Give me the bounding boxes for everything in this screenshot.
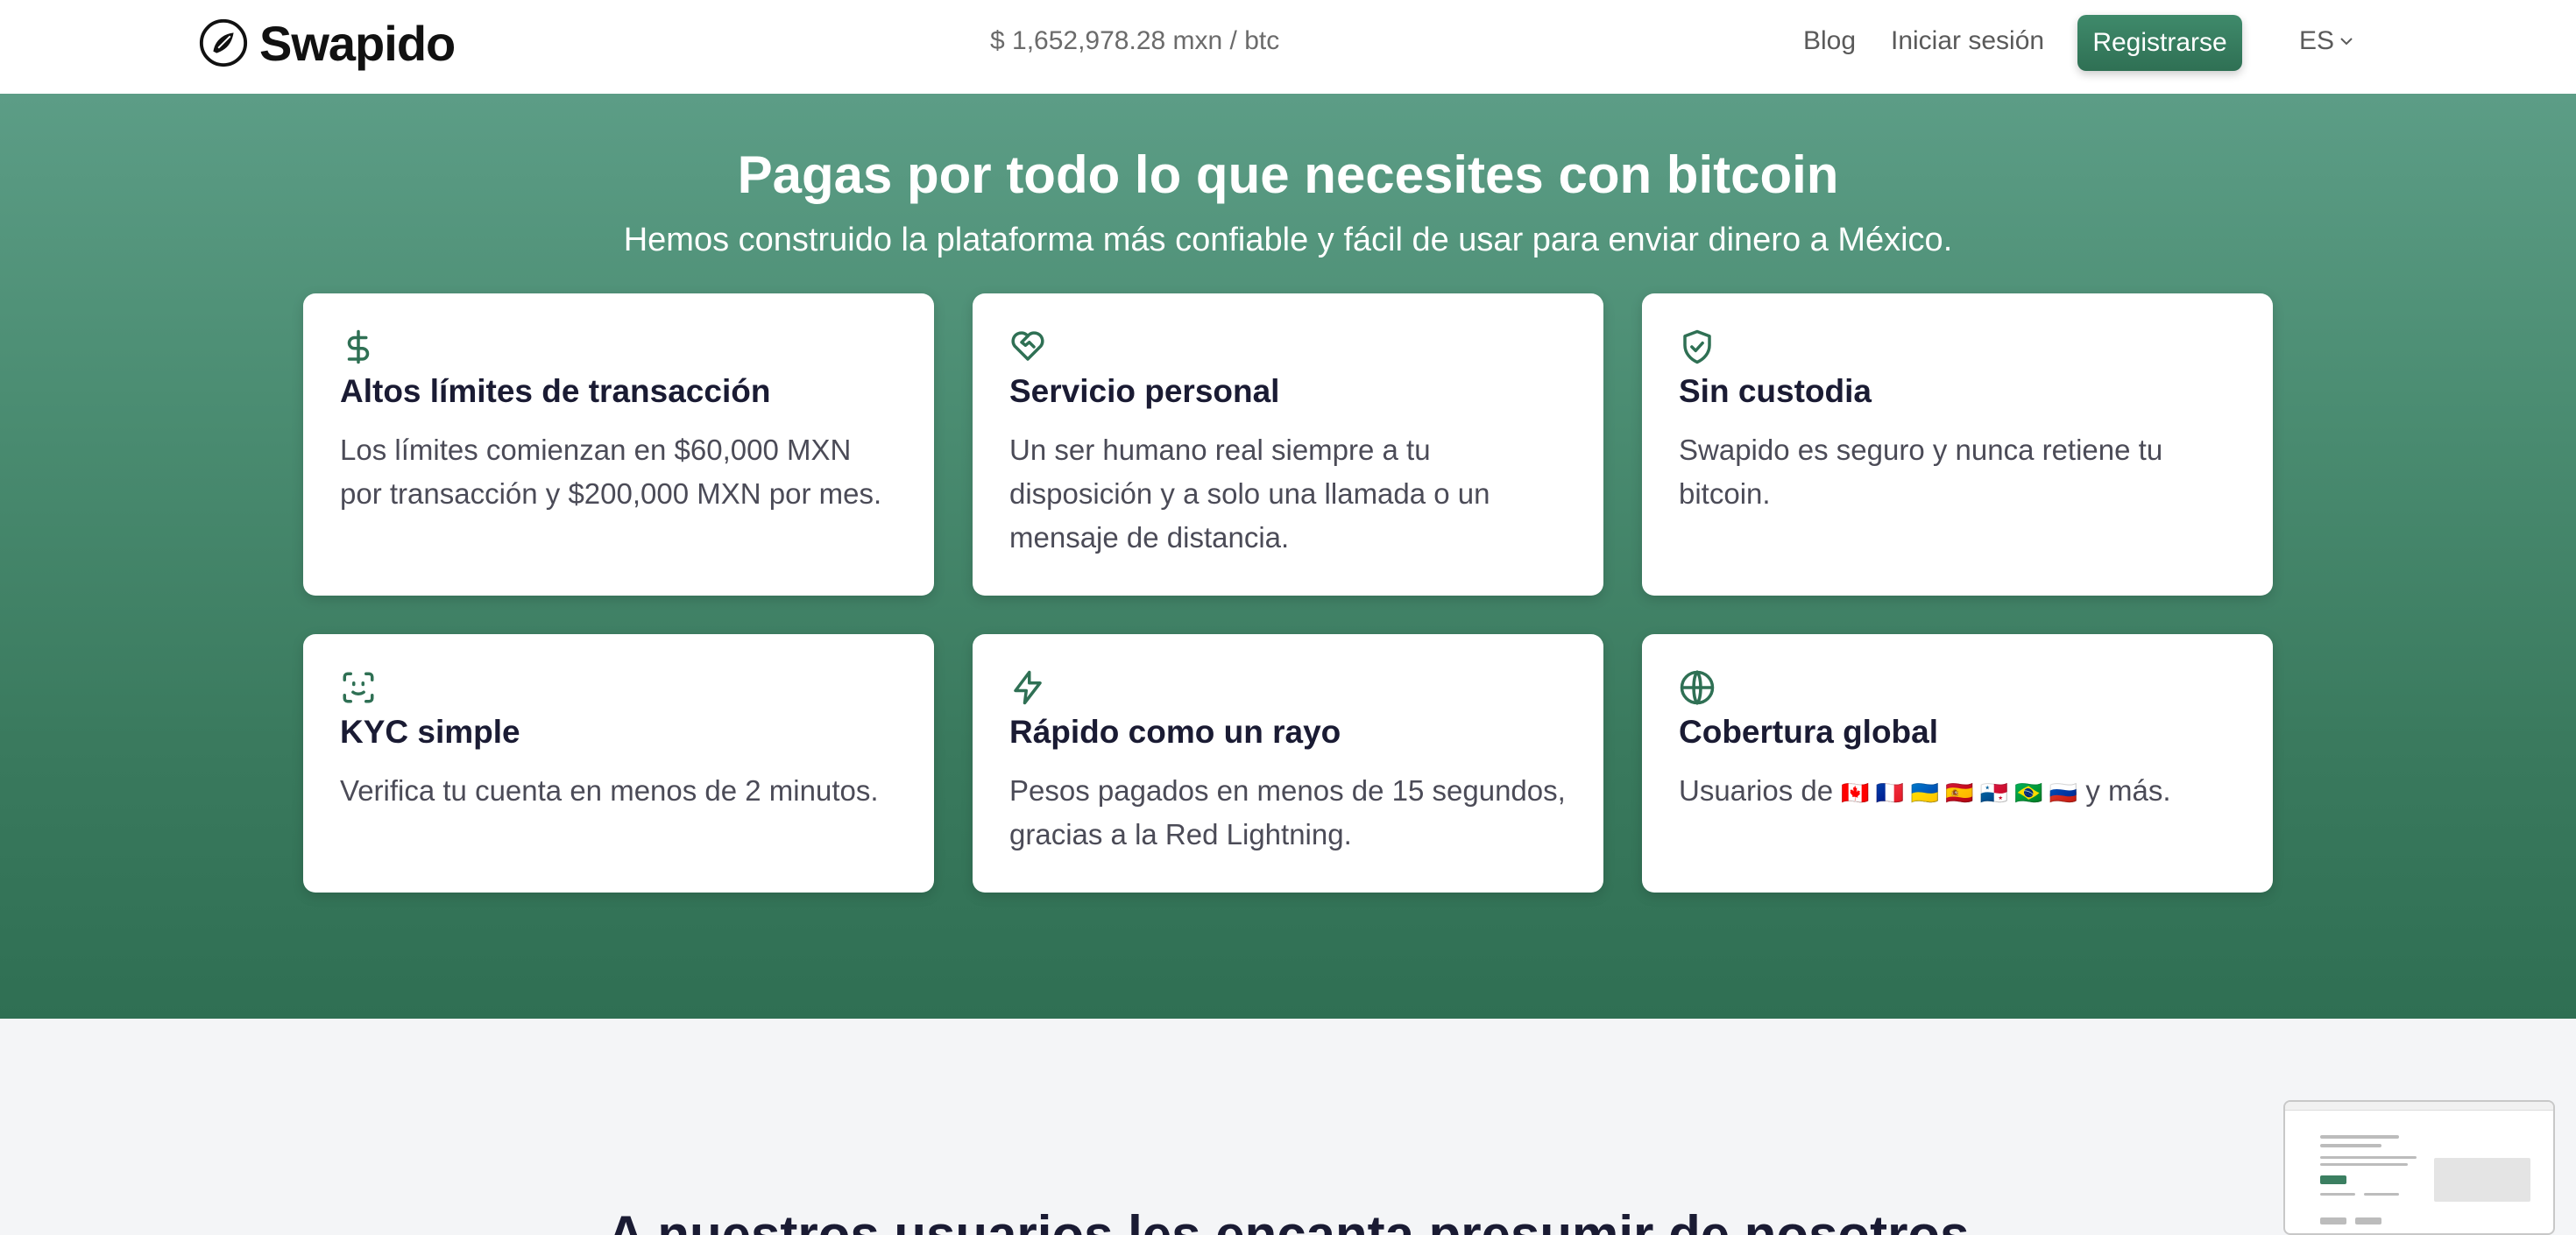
testimonials-title: A nuestros usuarios les encanta presumir… xyxy=(606,1205,1970,1235)
dollar-icon xyxy=(347,329,370,364)
feature-card-lightning: Rápido como un rayo Pesos pagados en men… xyxy=(973,634,1603,893)
feature-title: Sin custodia xyxy=(1679,373,1872,409)
globe-icon xyxy=(1680,670,1715,705)
thumbnail-button xyxy=(2320,1175,2346,1184)
btc-price: $ 1,652,978.28 mxn / btc xyxy=(990,26,1280,55)
thumbnail-line xyxy=(2320,1156,2417,1159)
lightning-icon xyxy=(1014,670,1042,705)
feature-title: Cobertura global xyxy=(1679,714,1939,750)
feature-text: Swapido es seguro y nunca retiene tu bit… xyxy=(1679,434,2163,511)
hero-title: Pagas por todo lo que necesites con bitc… xyxy=(737,145,1839,204)
chevron-down-icon xyxy=(2340,38,2353,46)
feature-text: Los límites comienzan en $60,000 MXN por… xyxy=(340,434,882,511)
shield-check-icon xyxy=(1683,329,1711,364)
thumbnail-header xyxy=(2285,1102,2553,1111)
thumbnail-line xyxy=(2320,1163,2408,1166)
hero-subtitle: Hemos construido la plataforma más confi… xyxy=(623,222,1953,258)
feature-title: Servicio personal xyxy=(1009,373,1280,409)
users-from-label: Usuarios de xyxy=(1679,774,1834,808)
feature-card-kyc: KYC simple Verifica tu cuenta en menos d… xyxy=(303,634,934,893)
and-more-label: y más. xyxy=(2085,774,2171,808)
feature-title: KYC simple xyxy=(340,714,520,750)
nav-link-login[interactable]: Iniciar sesión xyxy=(1891,26,2044,56)
feature-card-global: Cobertura global Usuarios de 🇨🇦 🇫🇷 🇺🇦 🇪🇸… xyxy=(1642,634,2273,893)
nav-link-blog[interactable]: Blog xyxy=(1803,26,1856,56)
thumbnail-line xyxy=(2320,1144,2381,1147)
thumbnail-line xyxy=(2364,1193,2399,1196)
register-button[interactable]: Registrarse xyxy=(2077,15,2242,71)
thumbnail-line xyxy=(2320,1135,2399,1139)
thumbnail-line xyxy=(2320,1193,2355,1196)
heart-handshake-icon xyxy=(1011,331,1044,361)
feature-text: Un ser humano real siempre a tu disposic… xyxy=(1009,434,1490,554)
screenshot-thumbnail[interactable] xyxy=(2283,1100,2555,1235)
feature-card-service: Servicio personal Un ser humano real sie… xyxy=(973,293,1603,596)
language-selector[interactable]: ES xyxy=(2299,26,2355,56)
thumbnail-line xyxy=(2434,1158,2530,1202)
feature-text: Verifica tu cuenta en menos de 2 minutos… xyxy=(340,774,879,808)
feature-text: Pesos pagados en menos de 15 segundos, g… xyxy=(1009,774,1566,851)
country-flags: 🇨🇦 🇫🇷 🇺🇦 🇪🇸 🇵🇦 🇧🇷 🇷🇺 xyxy=(1841,780,2078,807)
feature-card-custody: Sin custodia Swapido es seguro y nunca r… xyxy=(1642,293,2273,596)
feature-text: Usuarios de 🇨🇦 🇫🇷 🇺🇦 🇪🇸 🇵🇦 🇧🇷 🇷🇺 y más. xyxy=(1679,769,2236,815)
top-nav-bar: Swapido $ 1,652,978.28 mxn / btc Blog In… xyxy=(0,0,2576,94)
feature-title: Rápido como un rayo xyxy=(1009,714,1341,750)
brand-logo[interactable]: Swapido xyxy=(198,15,456,71)
feature-card-limits: Altos límites de transacción Los límites… xyxy=(303,293,934,596)
swapido-logo-icon xyxy=(199,18,248,67)
face-scan-icon xyxy=(343,672,374,703)
thumbnail-line xyxy=(2355,1217,2381,1224)
language-label: ES xyxy=(2299,26,2335,55)
brand-name: Swapido xyxy=(259,15,456,71)
thumbnail-line xyxy=(2320,1217,2346,1224)
feature-title: Altos límites de transacción xyxy=(340,373,771,409)
